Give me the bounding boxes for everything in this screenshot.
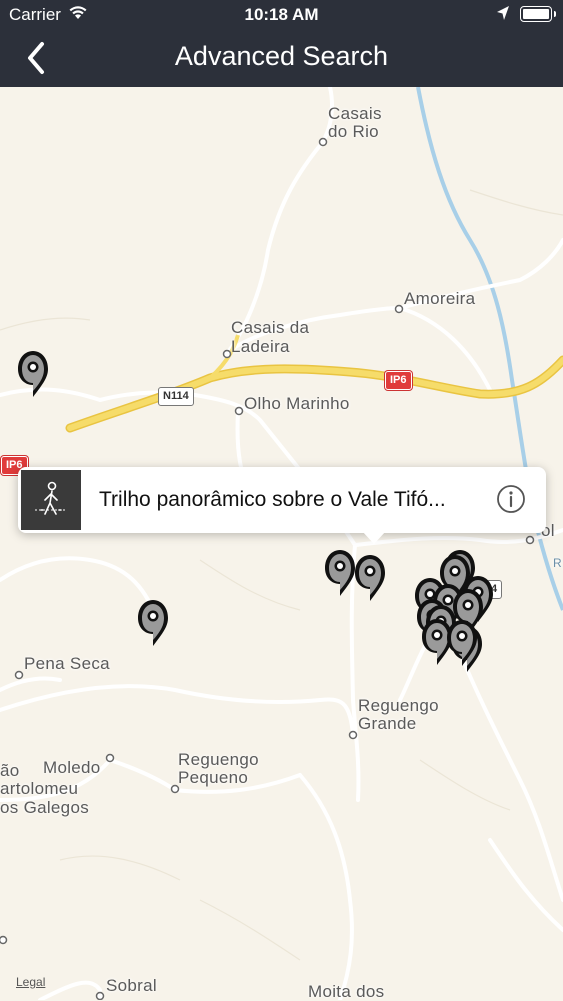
place-label: do Rio (328, 122, 379, 141)
road-shield-ip6: IP6 (385, 371, 412, 390)
hiker-icon (21, 470, 81, 530)
place-label: Moledo (43, 758, 101, 777)
place-label: Olho Marinho (244, 394, 350, 413)
place-label: Moita dos (308, 982, 385, 1001)
place-label: Reguengo (178, 750, 259, 769)
info-icon[interactable] (496, 484, 526, 514)
clock: 10:18 AM (244, 5, 319, 24)
place-label: Amoreira (404, 289, 476, 308)
legal-link[interactable]: Legal (16, 975, 45, 989)
place-label: Reguengo (358, 696, 439, 715)
callout-title[interactable]: Trilho panorâmico sobre o Vale Tifó... (99, 488, 446, 512)
page-title: Advanced Search (174, 41, 389, 71)
place-label: Grande (358, 714, 417, 733)
place-label: Ladeira (231, 337, 290, 356)
place-label: Sobral (106, 976, 157, 995)
place-label: os Galegos (0, 798, 89, 817)
place-label: Casais (328, 104, 382, 123)
place-label: Casais da (231, 318, 310, 337)
road-shield-n114: N114 (158, 387, 194, 406)
battery-icon (520, 6, 556, 22)
map-base (0, 87, 563, 1000)
place-label: R (553, 556, 562, 570)
map-view[interactable]: Casais do Rio Amoreira Casais da Ladeira… (0, 87, 563, 1001)
place-label: artolomeu (0, 779, 79, 798)
place-label: ão (0, 761, 20, 780)
place-label: Pequeno (178, 768, 249, 787)
nav-bar: Advanced Search (0, 30, 563, 87)
road-shield-edge: 4 (486, 580, 503, 599)
place-label: Pena Seca (24, 654, 110, 673)
pin-callout[interactable]: Trilho panorâmico sobre o Vale Tifó... (18, 467, 546, 544)
location-arrow-icon (497, 6, 509, 20)
status-bar: Carrier 10:18 AM (0, 0, 563, 30)
callout-tail (362, 531, 386, 544)
